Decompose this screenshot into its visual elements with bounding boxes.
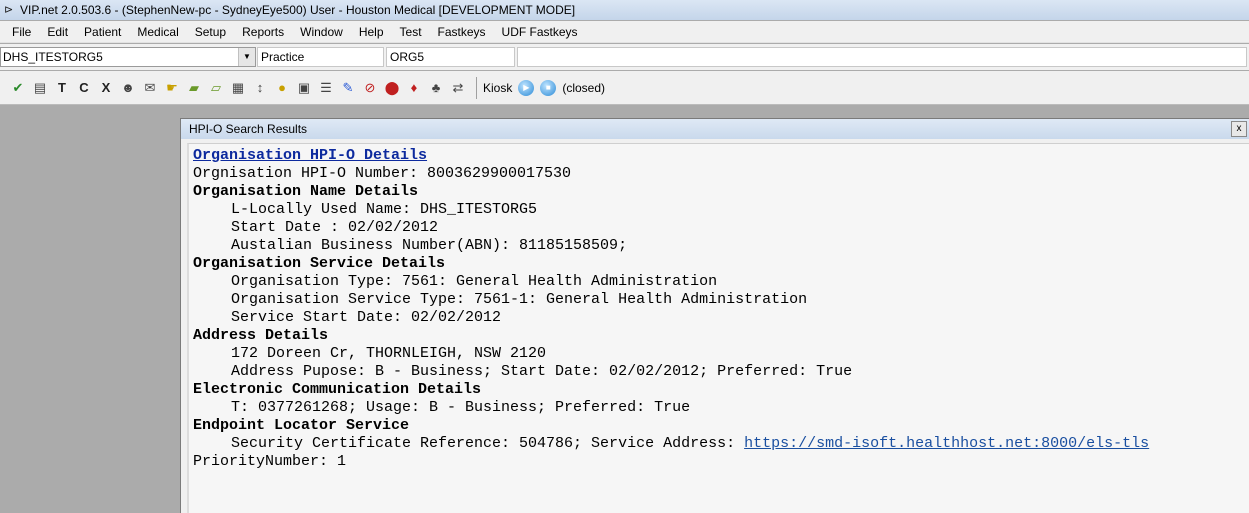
list-icon[interactable]: ☰ — [316, 78, 336, 98]
menu-udf-fastkeys[interactable]: UDF Fastkeys — [494, 25, 586, 39]
section-endpoint-locator: Endpoint Locator Service — [193, 417, 410, 434]
practice-field[interactable]: Practice — [257, 47, 384, 67]
menu-bar: File Edit Patient Medical Setup Reports … — [0, 21, 1249, 43]
selector-bar: DHS_ITESTORG5 ▼ Practice ORG5 — [0, 44, 1249, 70]
spellcheck-icon[interactable]: ✔ — [8, 78, 28, 98]
chevron-down-icon[interactable]: ▼ — [238, 48, 255, 66]
document-icon[interactable]: ▦ — [228, 78, 248, 98]
organisation-select[interactable]: DHS_ITESTORG5 ▼ — [0, 47, 256, 67]
menu-patient[interactable]: Patient — [76, 25, 129, 39]
hpio-number: Orgnisation HPI-O Number: 80036299000175… — [193, 165, 572, 182]
section-name-details: Organisation Name Details — [193, 183, 419, 200]
doctor-icon[interactable]: ☻ — [118, 78, 138, 98]
stop-icon[interactable]: ⬤ — [382, 78, 402, 98]
t-icon[interactable]: T — [52, 78, 72, 98]
security-certificate-text: Security Certificate Reference: 504786; … — [231, 435, 745, 452]
section-electronic-communication: Electronic Communication Details — [193, 381, 482, 398]
tree-icon[interactable]: ♣ — [426, 78, 446, 98]
address-purpose: Address Pupose: B - Business; Start Date… — [231, 363, 853, 380]
service-address-link[interactable]: https://smd-isoft.healthhost.net:8000/el… — [744, 435, 1149, 452]
locally-used-name: L-Locally Used Name: DHS_ITESTORG5 — [231, 201, 538, 218]
tray-down-icon[interactable]: ▱ — [206, 78, 226, 98]
menu-window[interactable]: Window — [292, 25, 351, 39]
close-icon[interactable]: x — [1231, 121, 1247, 137]
coin-icon[interactable]: ● — [272, 78, 292, 98]
menu-setup[interactable]: Setup — [187, 25, 234, 39]
pen-icon[interactable]: ✎ — [338, 78, 358, 98]
menu-edit[interactable]: Edit — [39, 25, 76, 39]
menu-test[interactable]: Test — [392, 25, 430, 39]
calculator-icon[interactable]: ▣ — [294, 78, 314, 98]
dialog-title: HPI-O Search Results — [181, 119, 1249, 139]
window-title: VIP.net 2.0.503.6 - (StephenNew-pc - Syd… — [20, 3, 576, 17]
play-icon[interactable]: ▶ — [518, 79, 535, 96]
section-service-details: Organisation Service Details — [193, 255, 446, 272]
section-address-details: Address Details — [193, 327, 329, 344]
c-icon[interactable]: C — [74, 78, 94, 98]
priority-number: PriorityNumber: 1 — [193, 453, 347, 470]
organisation-service-type: Organisation Service Type: 7561-1: Gener… — [231, 291, 808, 308]
menu-help[interactable]: Help — [351, 25, 392, 39]
org-code-field[interactable]: ORG5 — [386, 47, 515, 67]
results-text: Organisation HPI-O Details Orgnisation H… — [187, 143, 1249, 513]
telephone: T: 0377261268; Usage: B - Business; Pref… — [231, 399, 691, 416]
stop-button-icon[interactable]: ■ — [540, 79, 557, 96]
service-start-date: Service Start Date: 02/02/2012 — [231, 309, 502, 326]
blood-drop-icon[interactable]: ♦ — [404, 78, 424, 98]
info-field[interactable] — [517, 47, 1247, 67]
menu-medical[interactable]: Medical — [129, 25, 186, 39]
car-icon[interactable]: ⇄ — [448, 78, 468, 98]
security-certificate: Security Certificate Reference: 504786; … — [193, 435, 1249, 453]
x-icon[interactable]: X — [96, 78, 116, 98]
organisation-type: Organisation Type: 7561: General Health … — [231, 273, 718, 290]
kiosk-status: (closed) — [562, 80, 606, 95]
clipboard-icon[interactable]: ▤ — [30, 78, 50, 98]
menu-fastkeys[interactable]: Fastkeys — [430, 25, 494, 39]
sort-icon[interactable]: ↕ — [250, 78, 270, 98]
organisation-select-value: DHS_ITESTORG5 — [3, 50, 103, 64]
kiosk-label: Kiosk — [483, 80, 513, 95]
hpio-search-results-dialog: HPI-O Search Results x Organisation HPI-… — [180, 118, 1249, 513]
toolbar: ✔ ▤ T C X ☻ ✉ ☛ ▰ ▱ ▦ ↕ ● ▣ ☰ ✎ ⊘ ⬤ ♦ ♣ … — [0, 71, 1249, 105]
app-icon: ⊳ — [4, 4, 14, 16]
name-start-date: Start Date : 02/02/2012 — [231, 219, 439, 236]
tray-icon[interactable]: ▰ — [184, 78, 204, 98]
hand-icon[interactable]: ☛ — [162, 78, 182, 98]
title-bar: ⊳ VIP.net 2.0.503.6 - (StephenNew-pc - S… — [0, 0, 1249, 20]
mail-icon[interactable]: ✉ — [140, 78, 160, 98]
no-entry-icon[interactable]: ⊘ — [360, 78, 380, 98]
menu-file[interactable]: File — [4, 25, 39, 39]
abn: Austalian Business Number(ABN): 81185158… — [231, 237, 628, 254]
menu-reports[interactable]: Reports — [234, 25, 292, 39]
address: 172 Doreen Cr, THORNLEIGH, NSW 2120 — [231, 345, 547, 362]
toolbar-separator — [476, 76, 477, 99]
section-header-hpio: Organisation HPI-O Details — [193, 147, 428, 164]
